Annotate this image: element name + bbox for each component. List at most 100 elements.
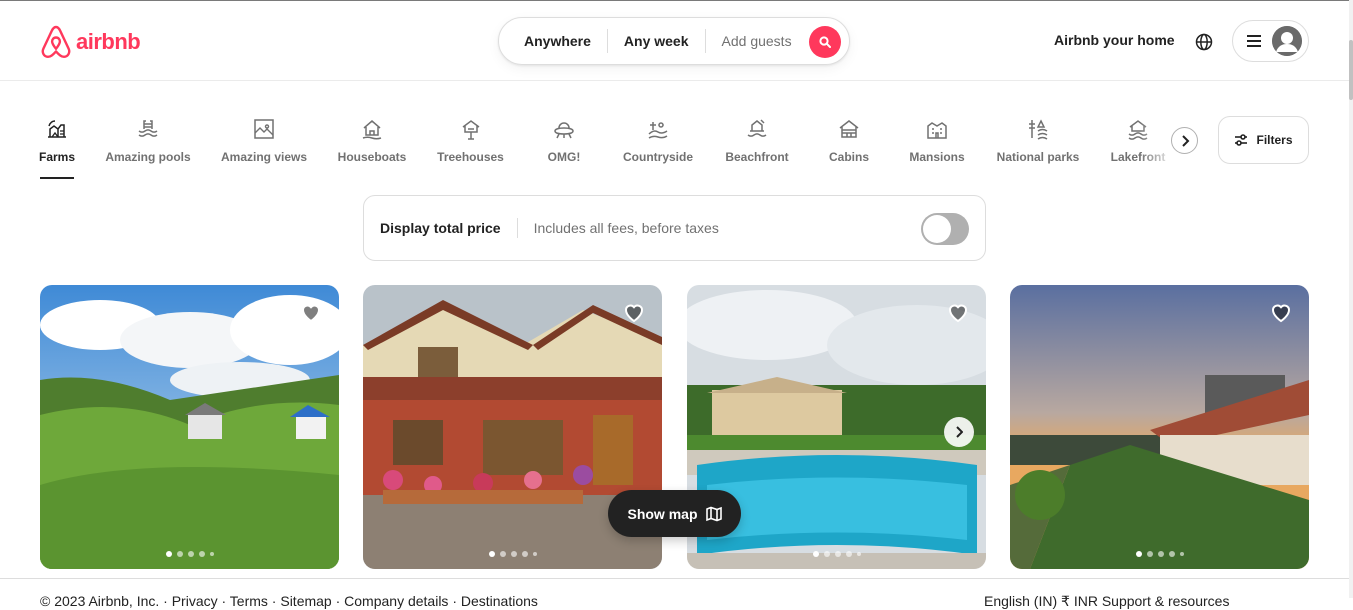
category-scroll-next[interactable]: [1171, 127, 1198, 154]
photo-dot: [823, 551, 830, 557]
user-menu-button[interactable]: [1232, 20, 1309, 62]
chevron-right-icon: [1181, 134, 1189, 147]
photo-dot: [1146, 551, 1153, 557]
category-beachfront[interactable]: Beachfront: [725, 114, 789, 182]
category-cabins[interactable]: Cabins: [829, 114, 869, 182]
category-omg[interactable]: OMG!: [545, 114, 583, 182]
listing-photo: [1010, 285, 1309, 569]
category-label: OMG!: [547, 150, 581, 164]
footer-links[interactable]: © 2023 Airbnb, Inc. · Privacy · Terms · …: [40, 593, 538, 609]
category-amazing-views[interactable]: Amazing views: [220, 114, 308, 182]
search-icon: [819, 36, 831, 48]
chevron-right-icon: [956, 426, 963, 438]
show-map-label: Show map: [627, 505, 698, 522]
photo-dots: [363, 551, 662, 557]
total-price-bar: Display total price Includes all fees, b…: [363, 195, 986, 261]
listing-photo: [40, 285, 339, 569]
heart-icon[interactable]: [622, 300, 646, 324]
photo-dot: [510, 551, 517, 557]
airbnb-logo[interactable]: airbnb: [40, 25, 141, 59]
photo-dot: [176, 551, 183, 557]
cabin-icon: [839, 120, 859, 138]
photo-dots: [687, 551, 986, 557]
photo-dot: [532, 552, 537, 556]
beach-icon: [747, 119, 767, 137]
total-price-subtitle: Includes all fees, before taxes: [533, 220, 719, 236]
map-icon: [705, 506, 722, 521]
category-label: Mansions: [909, 150, 965, 164]
site-header: airbnb Anywhere Any week Add guests Airb…: [0, 1, 1349, 81]
photo-next-button[interactable]: [944, 417, 974, 447]
photo-dot: [1157, 551, 1164, 557]
photo-dot: [812, 551, 819, 557]
houseboat-icon: [362, 120, 382, 140]
scrollbar-thumb[interactable]: [1349, 40, 1353, 100]
category-countryside[interactable]: Countryside: [623, 114, 693, 182]
photo-dot: [845, 551, 852, 557]
category-farms[interactable]: Farms: [38, 114, 76, 182]
category-mansions[interactable]: Mansions: [909, 114, 965, 182]
photo-dot: [209, 552, 214, 556]
logo-text: airbnb: [76, 29, 141, 54]
total-price-toggle[interactable]: [921, 213, 969, 245]
mansion-icon: [927, 122, 947, 139]
photo-dot: [187, 551, 194, 557]
globe-icon[interactable]: [1194, 32, 1214, 52]
active-underline: [40, 177, 74, 179]
category-amazing-pools[interactable]: Amazing pools: [105, 114, 191, 182]
listing-card[interactable]: [40, 285, 339, 569]
photo-dot: [1179, 552, 1184, 556]
category-label: Treehouses: [437, 150, 504, 164]
photo-dot: [1168, 551, 1175, 557]
search-anywhere[interactable]: Anywhere: [499, 33, 607, 49]
category-label: Amazing pools: [105, 150, 191, 164]
category-bar: Farms Amazing pools Amazing views Houseb…: [38, 114, 1200, 182]
total-price-title: Display total price: [380, 218, 518, 238]
search-add-guests[interactable]: Add guests: [706, 33, 808, 49]
category-label: Cabins: [829, 150, 870, 164]
heart-icon[interactable]: [1269, 300, 1293, 324]
farm-icon: [48, 120, 66, 138]
photo-dot: [856, 552, 861, 556]
ufo-icon: [554, 122, 574, 139]
photo-dot: [165, 551, 172, 557]
photo-dots: [40, 551, 339, 557]
menu-icon: [1247, 35, 1261, 47]
photo-dot: [1135, 551, 1142, 557]
photo-dot: [499, 551, 506, 557]
category-treehouses[interactable]: Treehouses: [437, 114, 504, 182]
search-any-week[interactable]: Any week: [608, 33, 705, 49]
photo-dots: [1010, 551, 1309, 557]
category-label: Beachfront: [725, 150, 789, 164]
category-label: Countryside: [623, 150, 694, 164]
show-map-button[interactable]: Show map: [608, 490, 741, 537]
category-national-parks[interactable]: National parks: [997, 114, 1079, 182]
listing-card[interactable]: [1010, 285, 1309, 569]
user-icon: [1272, 26, 1302, 56]
search-bar[interactable]: Anywhere Any week Add guests: [498, 17, 850, 65]
photo-dot: [488, 551, 495, 557]
heart-icon[interactable]: [946, 300, 970, 324]
filters-button[interactable]: Filters: [1218, 116, 1309, 164]
category-label: Farms: [38, 150, 76, 164]
heart-icon[interactable]: [299, 300, 323, 324]
page-scrollbar[interactable]: [1349, 0, 1353, 598]
category-label: Houseboats: [337, 150, 407, 164]
pool-icon: [138, 120, 158, 137]
footer-settings[interactable]: English (IN) ₹ INR Support & resources: [984, 593, 1229, 610]
filters-label: Filters: [1256, 133, 1293, 147]
toggle-knob: [923, 215, 951, 243]
countryside-icon: [648, 122, 668, 139]
avatar: [1272, 26, 1302, 56]
search-button[interactable]: [809, 26, 841, 58]
photo-dot: [521, 551, 528, 557]
photo-dot: [834, 551, 841, 557]
footer: © 2023 Airbnb, Inc. · Privacy · Terms · …: [0, 578, 1349, 609]
airbnb-your-home-link[interactable]: Airbnb your home: [1054, 32, 1175, 48]
sliders-icon: [1235, 134, 1248, 146]
category-houseboats[interactable]: Houseboats: [338, 114, 406, 182]
category-label: Amazing views: [220, 150, 308, 164]
airbnb-logo-icon: [41, 25, 71, 58]
category-label: National parks: [996, 150, 1080, 164]
photo-dot: [198, 551, 205, 557]
